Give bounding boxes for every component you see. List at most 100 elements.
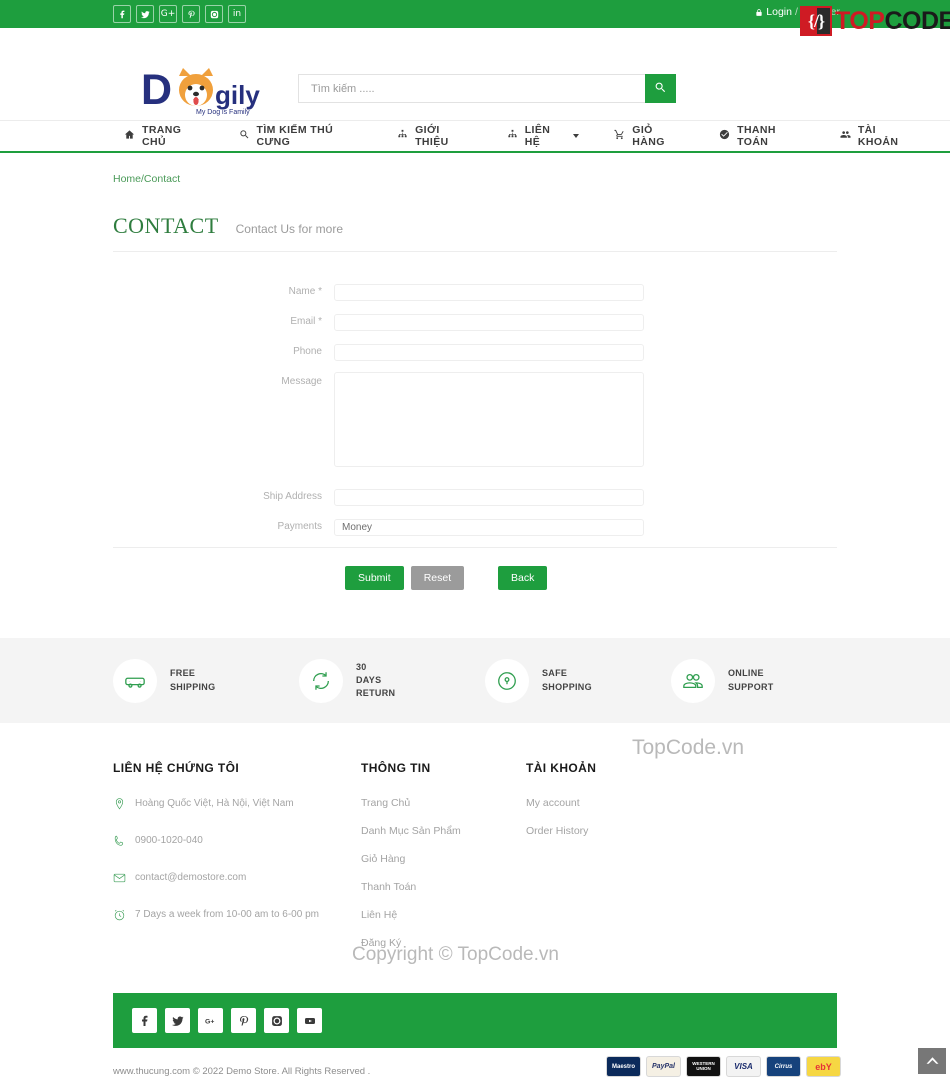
nav-label: TRANG CHỦ — [142, 124, 182, 148]
feature-line2: SUPPORT — [728, 681, 774, 692]
cart-icon — [614, 129, 625, 143]
nav-item-gio-hang[interactable]: GIỎ HÀNG — [614, 124, 684, 148]
features-bar: FREE SHIPPING 30 DAYS RETURN SAFE SHOPPI… — [0, 638, 950, 723]
twitter-icon[interactable] — [136, 5, 154, 23]
users-icon — [840, 129, 851, 143]
svg-text:D: D — [141, 66, 172, 114]
feature-line1: ONLINE — [728, 668, 764, 679]
pinterest-icon[interactable] — [182, 5, 200, 23]
truck-icon — [113, 658, 157, 703]
linkedin-icon[interactable]: in — [228, 5, 246, 23]
google-plus-icon[interactable]: G+ — [159, 5, 177, 23]
payments-field[interactable] — [334, 519, 644, 536]
visa-icon: VISA — [726, 1056, 761, 1077]
footer-col2-title: THÔNG TIN — [361, 761, 431, 775]
contact-hours-text: 7 Days a week from 10-00 am to 6-00 pm — [135, 909, 319, 920]
footer-link-lien-he[interactable]: Liên Hệ — [361, 909, 526, 921]
feature-line1: SAFE — [542, 668, 568, 679]
name-field[interactable] — [334, 284, 644, 301]
search-input[interactable] — [298, 74, 645, 103]
footer-col3-title: TÀI KHOẢN — [526, 761, 597, 775]
ebay-icon: ebY — [806, 1056, 841, 1077]
nav-item-lien-he[interactable]: LIÊN HỆ — [507, 124, 580, 148]
form-row-ship-address: Ship Address — [0, 487, 950, 506]
topcode-word-top: TOP — [835, 6, 885, 35]
topcode-wordmark: TOPCODE.VN — [835, 7, 950, 36]
name-label: Name * — [288, 286, 322, 297]
search-icon — [239, 129, 250, 143]
nav-item-tai-khoan[interactable]: TÀI KHOẢN — [840, 124, 915, 148]
footer-link-order-history[interactable]: Order History — [526, 825, 726, 837]
footer-account-column: TÀI KHOẢN My account Order History — [526, 761, 726, 965]
nav-item-gioi-thieu[interactable]: GIỚI THIỆU — [397, 124, 472, 148]
nav-item-trang-chu[interactable]: TRANG CHỦ — [124, 124, 204, 148]
header-search[interactable] — [298, 74, 676, 103]
svg-text:My Dog is Family: My Dog is Family — [196, 109, 250, 116]
maestro-icon: Maestro — [606, 1056, 641, 1077]
instagram-icon[interactable] — [205, 5, 223, 23]
payments-label: Payments — [277, 521, 322, 532]
login-link[interactable]: Login — [766, 6, 792, 18]
nav-label: TÌM KIẾM THÚ CƯNG — [256, 124, 334, 148]
contact-email: contact@demostore.com — [113, 871, 361, 890]
contact-address-text: Hoàng Quốc Việt, Hà Nội, Việt Nam — [135, 798, 294, 809]
contact-phone-text[interactable]: 0900-1020-040 — [135, 834, 203, 846]
submit-button[interactable]: Submit — [345, 566, 404, 590]
youtube-icon[interactable] — [297, 1008, 322, 1033]
back-to-top-button[interactable] — [918, 1048, 946, 1074]
nav-item-tim-kiem-thu-cung[interactable]: TÌM KIẾM THÚ CƯNG — [239, 124, 363, 148]
contact-phone: 0900-1020-040 — [113, 834, 361, 853]
envelope-icon — [113, 871, 135, 890]
phone-label: Phone — [293, 346, 322, 357]
top-utility-bar: G+ in Login / Register {/} TOPCODE.VN — [0, 0, 950, 36]
feature-line1: 30 — [356, 661, 367, 672]
footer-link-dang-ky[interactable]: Đăng Ký — [361, 937, 526, 949]
lock-icon — [485, 658, 529, 703]
back-button[interactable]: Back — [498, 566, 548, 590]
ship-address-label: Ship Address — [263, 491, 322, 502]
sitemap-icon — [507, 129, 518, 143]
site-logo[interactable]: D gily My Dog is Family — [141, 64, 269, 116]
email-field[interactable] — [334, 314, 644, 331]
feature-text: FREE SHIPPING — [170, 667, 215, 693]
footer-link-trang-chu[interactable]: Trang Chủ — [361, 797, 526, 809]
form-row-phone: Phone — [0, 342, 950, 361]
svg-text:G+: G+ — [205, 1018, 214, 1025]
chevron-up-icon — [926, 1052, 939, 1070]
phone-field[interactable] — [334, 344, 644, 361]
nav-label: LIÊN HỆ — [524, 124, 551, 148]
instagram-icon[interactable] — [264, 1008, 289, 1033]
nav-item-thanh-toan[interactable]: THANH TOÁN — [719, 124, 805, 148]
topcode-mark-icon: {/} — [800, 6, 832, 36]
footer-link-danh-muc-san-pham[interactable]: Danh Mục Sản Phẩm — [361, 825, 526, 837]
footer-info-column: THÔNG TIN Trang Chủ Danh Mục Sản Phẩm Gi… — [361, 761, 526, 965]
footer-link-gio-hang[interactable]: Giỏ Hàng — [361, 853, 526, 865]
reset-button[interactable]: Reset — [410, 566, 465, 590]
pinterest-icon[interactable] — [231, 1008, 256, 1033]
form-divider — [113, 547, 837, 548]
copyright-text: www.thucung.com © 2022 Demo Store. All R… — [113, 1066, 371, 1077]
lock-icon — [755, 8, 763, 17]
feature-line2: SHOPPING — [542, 681, 592, 692]
form-row-email: Email * — [0, 312, 950, 331]
contact-email-text[interactable]: contact@demostore.com — [135, 871, 246, 883]
search-icon — [654, 81, 667, 97]
message-field[interactable] — [334, 372, 644, 467]
search-submit-button[interactable] — [645, 74, 676, 103]
ship-address-field[interactable] — [334, 489, 644, 506]
footer-link-my-account[interactable]: My account — [526, 797, 726, 809]
payment-methods: Maestro PayPal WESTERN UNION VISA Cirrus… — [606, 1056, 841, 1077]
nav-label: THANH TOÁN — [737, 124, 776, 148]
form-buttons: Submit Reset Back — [0, 566, 950, 590]
footer-columns: LIÊN HỆ CHỨNG TÔI Hoàng Quốc Việt, Hà Nộ… — [0, 723, 950, 965]
facebook-icon[interactable] — [113, 5, 131, 23]
email-label: Email * — [290, 316, 322, 327]
footer-link-thanh-toan[interactable]: Thanh Toán — [361, 881, 526, 893]
google-plus-icon[interactable]: G+ — [198, 1008, 223, 1033]
breadcrumb[interactable]: Home/Contact — [0, 153, 950, 185]
nav-label: GIỎ HÀNG — [632, 124, 665, 148]
feature-text: 30 DAYS RETURN — [356, 661, 395, 700]
twitter-icon[interactable] — [165, 1008, 190, 1033]
site-header: D gily My Dog is Family — [0, 28, 950, 120]
facebook-icon[interactable] — [132, 1008, 157, 1033]
